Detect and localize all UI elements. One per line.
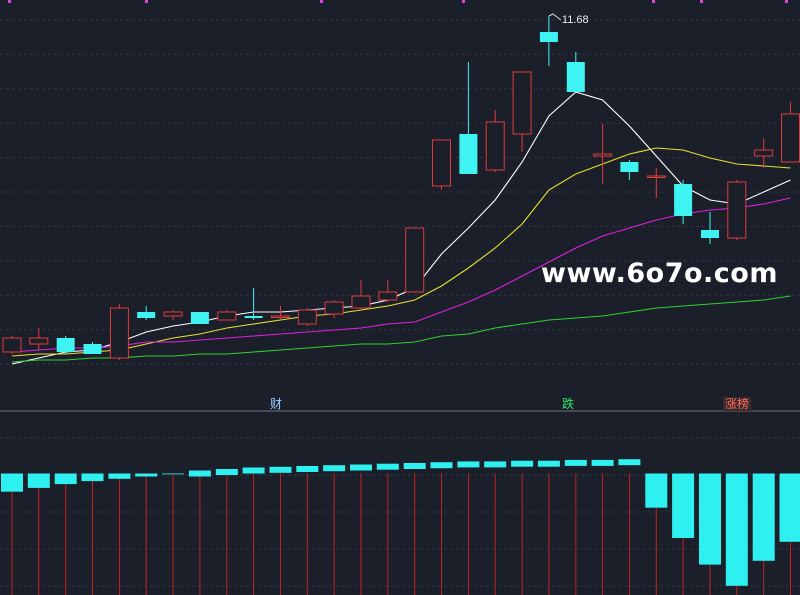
- candle-body: [56, 338, 75, 352]
- candle-body: [727, 181, 747, 239]
- histogram-bar: [54, 473, 77, 485]
- histogram-bar: [350, 464, 372, 471]
- stock-chart[interactable]: 11.68: [0, 0, 800, 595]
- top-marker: [652, 0, 655, 3]
- histogram-bar: [242, 467, 265, 474]
- candle-body: [109, 307, 129, 359]
- high-price-pointer: [548, 13, 562, 21]
- high-price-label: 11.68: [562, 14, 589, 26]
- candle-body: [405, 227, 425, 293]
- histogram-bar: [645, 473, 668, 508]
- signal-flag-zhang: 涨榜: [723, 397, 752, 411]
- histogram-bar: [779, 473, 800, 542]
- histogram-bar: [135, 473, 158, 477]
- candle-body: [459, 134, 478, 174]
- candle-body: [297, 309, 317, 325]
- top-marker: [145, 0, 148, 3]
- histogram-bar: [1, 473, 23, 492]
- histogram-bar: [188, 470, 211, 477]
- histogram-bar: [162, 473, 185, 475]
- candle-body: [217, 311, 237, 321]
- histogram-bar: [618, 459, 641, 466]
- histogram-bar: [430, 462, 453, 469]
- histogram-bar: [564, 459, 587, 466]
- candle-body: [754, 149, 774, 157]
- candle-body: [485, 121, 505, 171]
- histogram-bar: [537, 460, 560, 467]
- histogram-bar: [376, 463, 399, 470]
- candle-body: [566, 62, 585, 92]
- histogram-bar: [403, 463, 426, 469]
- histogram-bar: [725, 473, 748, 586]
- candle-body: [593, 153, 613, 157]
- candle-body: [512, 71, 532, 135]
- candle-body: [137, 312, 156, 318]
- candle-body: [351, 295, 371, 309]
- site-watermark: www.6o7o.com: [541, 258, 778, 289]
- chart-window: 11.68 www.6o7o.com 财 跌 涨榜: [0, 0, 800, 595]
- candle-body: [83, 344, 102, 354]
- signal-flag-cai: 财: [270, 397, 283, 411]
- candle-body: [271, 315, 290, 318]
- top-marker: [700, 0, 703, 3]
- histogram-bar: [215, 469, 238, 475]
- top-marker: [785, 0, 788, 3]
- histogram-bar: [752, 473, 775, 561]
- histogram-bar: [672, 473, 695, 538]
- histogram-bar: [699, 473, 721, 565]
- histogram-bar: [484, 461, 507, 468]
- candle-body: [620, 162, 639, 172]
- histogram-bar: [511, 460, 534, 467]
- candle-body: [324, 301, 344, 315]
- histogram-bar: [296, 466, 319, 472]
- histogram-bar: [323, 465, 346, 472]
- histogram-bar: [81, 473, 104, 482]
- candle-body: [539, 32, 558, 42]
- top-marker: [8, 0, 11, 3]
- candle-body: [701, 230, 719, 238]
- candle-body: [378, 291, 398, 301]
- signal-flag-die: 跌: [562, 397, 575, 411]
- candle-body: [432, 139, 451, 187]
- candle-body: [163, 311, 183, 317]
- histogram-bar: [269, 466, 292, 473]
- candle-body: [674, 184, 693, 216]
- histogram-bar: [591, 459, 614, 466]
- candle-body: [29, 337, 49, 345]
- candle-body: [190, 312, 209, 324]
- top-marker: [462, 0, 465, 3]
- candle-body: [646, 175, 666, 178]
- candle-body: [2, 337, 22, 353]
- candle-body: [244, 316, 263, 318]
- candle-body: [781, 113, 800, 163]
- histogram-bar: [457, 461, 480, 468]
- histogram-bar: [27, 473, 50, 488]
- top-marker: [320, 0, 323, 3]
- histogram-bar: [108, 473, 131, 479]
